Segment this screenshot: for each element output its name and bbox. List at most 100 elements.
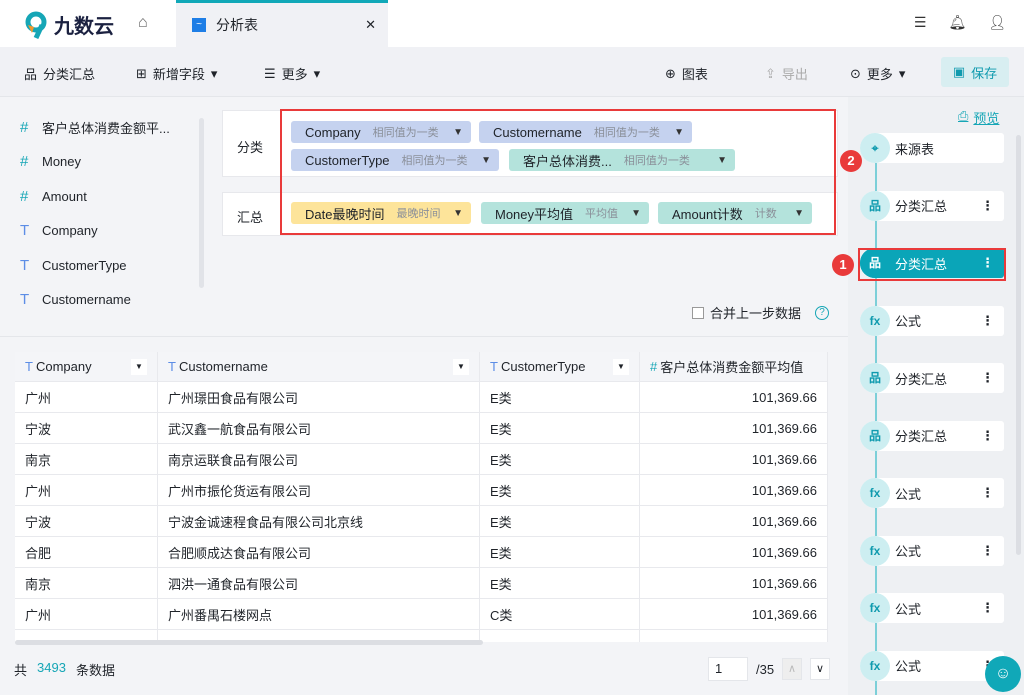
record-count: 共 3493 条数据 [14,660,115,679]
plus-circle-icon: ⊕ [665,65,676,81]
field-list: # 客户总体消费金额平... # Money # Amount T Company T Custo… [8,110,206,320]
step-node[interactable]: fx公式⋮ [860,478,1004,508]
more-vertical-icon[interactable]: ⋮ [981,313,994,329]
page-input[interactable]: 1 [708,657,748,681]
column-header[interactable]: T Company ▼ [15,352,158,381]
caret-down-icon: ▾ [313,65,321,81]
step-node[interactable]: 品分类汇总 ⋮ [860,420,1004,451]
step-node[interactable]: fx公式⋮ [860,535,1004,566]
caret-down-icon[interactable]: ▼ [613,358,629,375]
step-node[interactable]: fx公式⋮ [860,650,1004,681]
table-cell: 广州番禺石楼网点 [158,599,480,629]
field-list-scrollbar[interactable] [199,118,204,288]
table-cell: 101,369.66 [640,413,828,443]
step-label: 分类汇总 [895,429,948,444]
table-row[interactable]: 南京 泗洪一通食品有限公司 E类 101,369.66 [15,568,828,599]
table-header: T Company ▼ T Customername ▼ T CustomerType ▼ … [15,352,828,382]
table-cell: 合肥 [15,537,158,567]
more-vertical-icon[interactable]: ⋮ [981,485,994,501]
checkbox[interactable] [692,306,704,319]
count-suffix: 条数据 [75,663,115,678]
user-icon[interactable]: 👤︎ [988,14,1006,31]
field-name: Company [42,223,98,239]
more-vertical-icon[interactable]: ⋮ [981,428,994,444]
more-vertical-icon[interactable]: ⋮ [981,370,994,386]
table-cell: 宁波 [15,506,158,536]
step-node[interactable]: fx公式⋮ [860,593,1004,623]
field-item[interactable]: T Company [8,214,206,249]
table-row[interactable]: 宁波 武汉鑫一航食品有限公司 E类 101,369.66 [15,413,828,444]
table-cell: E类 [480,413,640,443]
step-node[interactable]: 品分类汇总 ⋮ [860,363,1004,393]
table-row[interactable]: 广州 广州市振伦货运有限公司 E类 101,369.66 [15,475,828,506]
table-cell: 101,369.66 [640,599,828,629]
field-item[interactable]: # 客户总体消费金额平... [8,110,206,145]
save-button[interactable]: ▣ 保存 [941,57,1009,87]
column-header[interactable]: T CustomerType ▼ [480,352,640,381]
column-header[interactable]: T Customername ▼ [158,352,480,381]
caret-down-icon: ▾ [898,65,906,81]
more-vertical-icon[interactable]: ⋮ [981,600,994,616]
close-icon[interactable]: ✕ [365,17,376,33]
number-type-icon: # [20,187,29,205]
table-cell: 泗洪一通食品有限公司 [158,568,480,598]
home-icon[interactable]: ⌂ [138,14,148,32]
caret-down-icon[interactable]: ▼ [453,358,469,375]
field-name: Amount [42,188,87,204]
merge-previous-checkbox[interactable]: 合并上一步数据 ? [692,303,830,322]
steps-scrollbar[interactable] [1016,135,1021,555]
text-type-icon: T [20,291,30,309]
add-column-icon: ⊞ [136,65,147,81]
horizontal-scrollbar[interactable] [15,640,483,645]
chart-button[interactable]: ⊕ 图表 [665,64,708,83]
table-row[interactable]: 宁波 宁波金诚速程食品有限公司北京线 E类 101,369.66 [15,506,828,537]
hierarchy-icon: 品 [860,190,890,221]
table-cell: 101,369.66 [640,382,828,412]
field-item[interactable]: T Customername [8,283,206,318]
step-node[interactable]: fx公式⋮ [860,305,1004,336]
more-options-button[interactable]: ⊙ 更多 ▾ [850,64,905,83]
step-node[interactable]: ⌖ 来源表 [860,133,1004,163]
help-icon[interactable]: ? [815,305,830,320]
more-vertical-icon[interactable]: ⋮ [981,198,994,214]
count-prefix: 共 [14,663,28,678]
highlight-box [280,109,836,235]
table-cell: E类 [480,568,640,598]
group-summary-button[interactable]: 品分类汇总 [24,64,95,83]
table-cell: C类 [480,599,640,629]
more-menu-button[interactable]: ☰ 更多 ▾ [264,64,320,83]
label: Customername [178,359,268,374]
table-row[interactable]: 广州 广州番禺石楼网点 C类 101,369.66 [15,599,828,630]
table-row[interactable]: 南京 南京运联食品有限公司 E类 101,369.66 [15,444,828,475]
table-cell: 武汉鑫一航食品有限公司 [158,413,480,443]
preview-link[interactable]: ⎙ 预览 [958,108,999,127]
step-label: 公式 [895,544,922,559]
add-field-button[interactable]: ⊞ 新增字段 ▾ [136,64,217,83]
table-row[interactable]: 广州 广州璟田食品有限公司 E类 101,369.66 [15,382,828,413]
label: 图表 [681,67,708,82]
caret-down-icon[interactable]: ▼ [131,358,147,375]
label: 客户总体消费金额平均值 [660,360,804,375]
table-row[interactable]: 合肥 合肥顺成达食品有限公司 E类 101,369.66 [15,537,828,568]
list-icon[interactable]: ☰ [914,14,927,31]
more-vertical-icon[interactable]: ⋮ [981,543,994,559]
chat-support-icon[interactable]: ☺ [985,656,1021,692]
data-table: T Company ▼ T Customername ▼ T CustomerType ▼ … [15,352,828,642]
prev-page-button[interactable]: ∧ [782,658,803,680]
column-header[interactable]: # 客户总体消费金额平均值 [640,352,828,381]
export-button[interactable]: ⇪ 导出 [765,64,808,83]
step-node[interactable]: 品分类汇总 ⋮ [860,190,1004,221]
tab-analysis[interactable]: ~ 分析表 ✕ [176,0,388,47]
formula-icon: fx [860,650,890,681]
bell-icon[interactable]: 🔔︎ [948,14,966,31]
label: 更多 [281,67,308,82]
table-cell: E类 [480,382,640,412]
step-label: 来源表 [895,141,935,157]
logo[interactable]: 九数云 [24,10,114,39]
next-page-button[interactable]: ∨ [810,658,831,680]
formula-icon: fx [860,478,890,508]
field-item[interactable]: # Money [8,145,206,180]
field-item[interactable]: # Amount [8,179,206,214]
field-name: Money [42,154,82,170]
field-item[interactable]: T CustomerType [8,248,206,283]
